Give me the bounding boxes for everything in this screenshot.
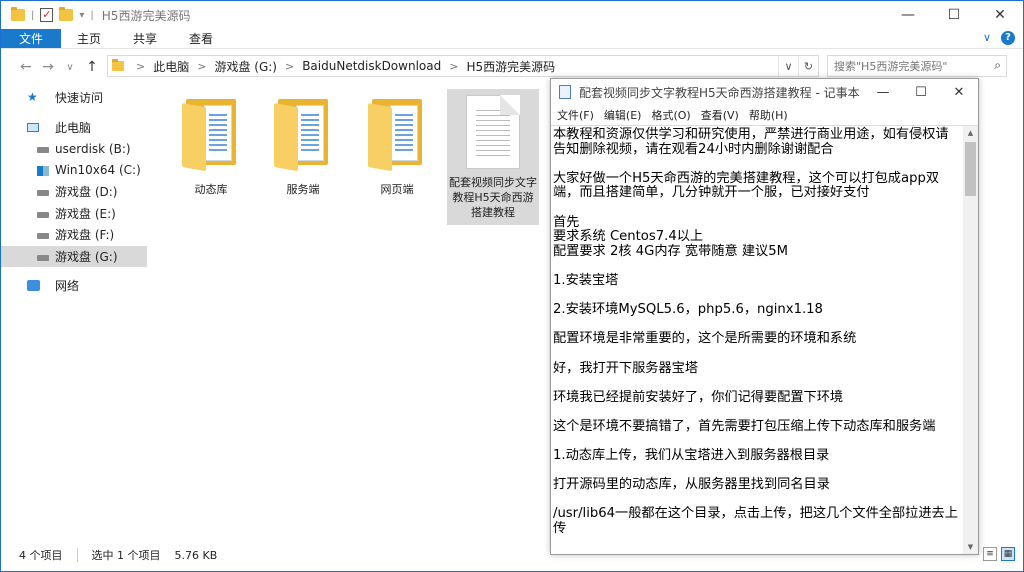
quick-access-toolbar: | ✓ ▾ | bbox=[1, 7, 94, 22]
scroll-up-icon[interactable]: ▲ bbox=[963, 126, 978, 141]
details-view-icon[interactable]: ≡ bbox=[983, 547, 997, 561]
notepad-icon bbox=[559, 85, 571, 99]
forward-button[interactable]: → bbox=[37, 59, 59, 75]
file-item-tutorial-text[interactable]: 配套视频同步文字教程H5天命西游搭建教程 bbox=[447, 89, 539, 225]
folder-icon bbox=[182, 97, 240, 172]
selection-size: 5.76 KB bbox=[174, 548, 218, 562]
file-list: 动态库 服务端 网页端 配套视频同步文字教程H5天命西游搭建教程 bbox=[151, 87, 551, 542]
scrollbar-thumb[interactable] bbox=[965, 142, 976, 196]
drive-icon bbox=[37, 233, 49, 239]
scroll-down-icon[interactable]: ▼ bbox=[963, 540, 978, 554]
menu-view[interactable]: 查看(V) bbox=[701, 107, 739, 123]
ribbon-tabs: 文件 主页 共享 查看 ∨ ? bbox=[1, 29, 1023, 49]
new-folder-icon[interactable] bbox=[59, 7, 74, 21]
search-icon[interactable]: ⌕ bbox=[994, 58, 1001, 73]
explorer-titlebar: | ✓ ▾ | H5西游完美源码 — ☐ ✕ bbox=[1, 1, 1023, 29]
sidebar-item-drive-g[interactable]: 游戏盘 (G:) bbox=[1, 245, 147, 267]
network-icon bbox=[27, 280, 40, 291]
notepad-editor[interactable]: 本教程和资源仅供学习和研究使用，严禁进行商业用途，如有侵权请告知删除视频，请在观… bbox=[551, 125, 978, 554]
back-button[interactable]: ← bbox=[15, 59, 37, 75]
selection-count: 选中 1 个项目 bbox=[91, 549, 161, 562]
computer-icon bbox=[27, 122, 39, 132]
drive-icon bbox=[37, 211, 49, 218]
navigation-pane: ★ 快速访问 此电脑 userdisk (B:) Win10x64 (C:) 游… bbox=[1, 87, 147, 542]
menu-file[interactable]: 文件(F) bbox=[557, 107, 594, 123]
tab-file[interactable]: 文件 bbox=[1, 29, 62, 48]
breadcrumb-this-pc[interactable]: 此电脑 bbox=[153, 58, 189, 75]
menu-help[interactable]: 帮助(H) bbox=[749, 107, 788, 123]
menu-edit[interactable]: 编辑(E) bbox=[604, 107, 642, 123]
item-count: 4 个项目 bbox=[19, 549, 63, 562]
windows-drive-icon bbox=[37, 165, 49, 176]
drive-icon bbox=[37, 190, 49, 196]
folder-item-web-client[interactable]: 网页端 bbox=[351, 87, 443, 197]
recent-locations-button[interactable]: ∨ bbox=[59, 62, 81, 73]
tab-view[interactable]: 查看 bbox=[173, 29, 229, 48]
breadcrumb-current-folder[interactable]: H5西游完美源码 bbox=[466, 58, 555, 75]
search-input[interactable] bbox=[834, 59, 984, 73]
sidebar-item-drive-d[interactable]: 游戏盘 (D:) bbox=[1, 181, 147, 203]
star-icon: ★ bbox=[27, 90, 38, 104]
sidebar-item-quick-access[interactable]: ★ 快速访问 bbox=[1, 87, 147, 109]
notepad-window-controls: — ☐ ✕ bbox=[864, 79, 978, 105]
folder-item-server[interactable]: 服务端 bbox=[257, 87, 349, 197]
large-icons-view-icon[interactable]: ▦ bbox=[1001, 547, 1015, 561]
notepad-menu-bar: 文件(F) 编辑(E) 格式(O) 查看(V) 帮助(H) bbox=[551, 105, 978, 125]
notepad-maximize-button[interactable]: ☐ bbox=[902, 79, 940, 105]
tab-home[interactable]: 主页 bbox=[61, 29, 117, 48]
sidebar-item-network[interactable]: 网络 bbox=[1, 275, 147, 297]
close-button[interactable]: ✕ bbox=[977, 1, 1023, 29]
address-dropdown-icon[interactable]: ∨ bbox=[778, 56, 798, 76]
help-icon[interactable]: ? bbox=[1001, 31, 1015, 45]
minimize-button[interactable]: — bbox=[885, 1, 931, 29]
folder-icon bbox=[274, 97, 332, 172]
sidebar-item-this-pc[interactable]: 此电脑 bbox=[1, 117, 147, 139]
search-box[interactable]: ⌕ bbox=[827, 55, 1007, 77]
sidebar-item-drive-f[interactable]: 游戏盘 (F:) bbox=[1, 224, 147, 246]
text-document-icon bbox=[466, 95, 520, 169]
folder-icon bbox=[368, 97, 426, 172]
properties-icon[interactable]: ✓ bbox=[40, 8, 54, 22]
sidebar-item-drive-c[interactable]: Win10x64 (C:) bbox=[1, 160, 147, 182]
address-bar[interactable]: > 此电脑 > 游戏盘 (G:) > BaiduNetdiskDownload … bbox=[107, 55, 819, 77]
folder-icon bbox=[112, 59, 124, 71]
notepad-minimize-button[interactable]: — bbox=[864, 79, 902, 105]
notepad-close-button[interactable]: ✕ bbox=[940, 79, 978, 105]
vertical-scrollbar[interactable]: ▲ ▼ bbox=[963, 126, 978, 554]
maximize-button[interactable]: ☐ bbox=[931, 1, 977, 29]
tab-share[interactable]: 共享 bbox=[117, 29, 173, 48]
customize-toolbar-icon[interactable]: ▾ bbox=[79, 10, 84, 21]
menu-format[interactable]: 格式(O) bbox=[651, 107, 690, 123]
window-title: H5西游完美源码 bbox=[101, 8, 191, 23]
navigation-bar: ← → ∨ ↑ > 此电脑 > 游戏盘 (G:) > BaiduNetdiskD… bbox=[1, 53, 1023, 81]
sidebar-item-drive-e[interactable]: 游戏盘 (E:) bbox=[1, 203, 147, 225]
notepad-text-content[interactable]: 本教程和资源仅供学习和研究使用，严禁进行商业用途，如有侵权请告知删除视频，请在观… bbox=[553, 126, 961, 554]
breadcrumb-drive-g[interactable]: 游戏盘 (G:) bbox=[214, 58, 277, 75]
drive-icon bbox=[37, 254, 49, 261]
folder-icon bbox=[11, 7, 25, 21]
breadcrumb-baidunetdiskdownload[interactable]: BaiduNetdiskDownload bbox=[302, 59, 441, 73]
notepad-title: 配套视频同步文字教程H5天命西游搭建教程 - 记事本 bbox=[579, 85, 860, 100]
expand-ribbon-icon[interactable]: ∨ bbox=[983, 31, 991, 45]
notepad-window: 配套视频同步文字教程H5天命西游搭建教程 - 记事本 — ☐ ✕ 文件(F) 编… bbox=[550, 78, 979, 555]
notepad-titlebar: 配套视频同步文字教程H5天命西游搭建教程 - 记事本 — ☐ ✕ bbox=[551, 79, 978, 105]
explorer-window-controls: — ☐ ✕ bbox=[885, 1, 1023, 29]
refresh-icon[interactable]: ↻ bbox=[798, 56, 818, 76]
sidebar-item-drive-b[interactable]: userdisk (B:) bbox=[1, 138, 147, 160]
up-button[interactable]: ↑ bbox=[81, 59, 103, 75]
folder-item-dynamic-library[interactable]: 动态库 bbox=[165, 87, 257, 197]
drive-icon bbox=[37, 147, 49, 153]
